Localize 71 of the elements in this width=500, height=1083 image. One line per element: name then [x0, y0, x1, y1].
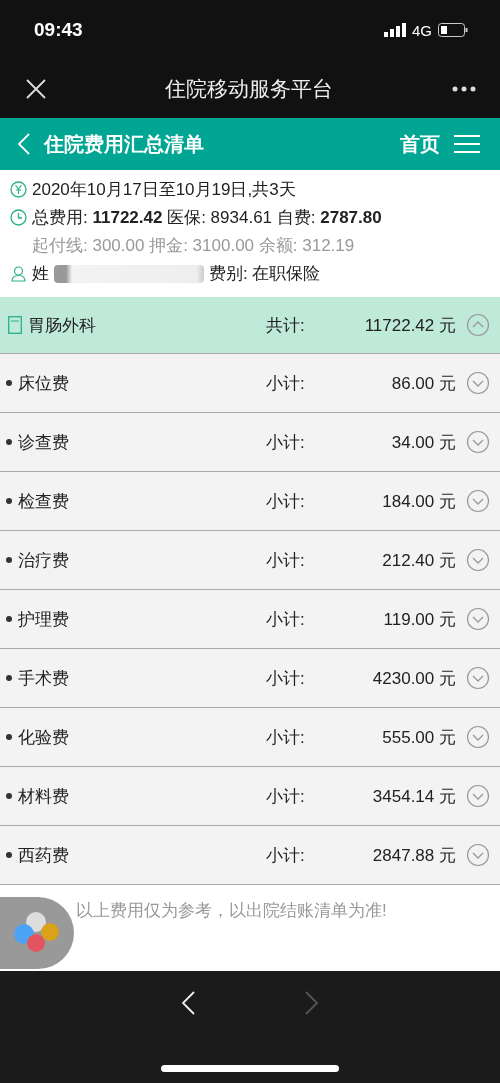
disclaimer-note: 以上费用仅为参考，以出院结账清单为准!: [76, 901, 387, 920]
chevron-down-icon[interactable]: [466, 843, 490, 867]
balance-details: 起付线: 300.00 押金: 3100.00 余额: 312.19: [32, 235, 355, 257]
header-title: 住院费用汇总清单: [44, 131, 205, 157]
fee-name: 手术费: [18, 667, 69, 690]
home-link[interactable]: 首页: [400, 130, 440, 158]
subtotal-amount: 119.00 元: [382, 608, 456, 631]
page-title: 住院移动服务平台: [165, 76, 333, 102]
fee-name: 床位费: [18, 372, 69, 395]
subtotal-label: 小计:: [266, 726, 306, 749]
subtotal-label: 小计:: [266, 490, 306, 513]
cost-totals: 总费用: 11722.42 医保: 8934.61 自费: 2787.80: [32, 207, 382, 229]
bullet-icon: [6, 498, 12, 504]
battery-icon: [438, 23, 468, 37]
chevron-down-icon[interactable]: [466, 489, 490, 513]
chevron-down-icon[interactable]: [466, 548, 490, 572]
back-icon[interactable]: [18, 133, 30, 155]
network-label: 4G: [412, 21, 432, 39]
menu-icon[interactable]: [454, 135, 480, 153]
chevron-down-icon[interactable]: [466, 784, 490, 808]
fee-name: 护理费: [18, 608, 69, 631]
chevron-down-icon[interactable]: [466, 430, 490, 454]
subtotal-amount: 34.00 元: [390, 431, 456, 454]
insurance-type: 费别: 在职保险: [209, 263, 321, 285]
chevron-down-icon[interactable]: [466, 371, 490, 395]
total-label: 共计:: [266, 314, 306, 337]
bullet-icon: [6, 675, 12, 681]
subtotal-amount: 2847.88 元: [371, 844, 456, 867]
subtotal-label: 小计:: [266, 667, 306, 690]
bullet-icon: [6, 380, 12, 386]
bullet-icon: [6, 793, 12, 799]
status-time: 09:43: [34, 19, 83, 41]
bullet-icon: [6, 734, 12, 740]
fee-name: 化验费: [18, 726, 69, 749]
chevron-up-icon[interactable]: [466, 313, 490, 337]
subtotal-amount: 4230.00 元: [371, 667, 456, 690]
subtotal-label: 小计:: [266, 785, 306, 808]
subtotal-amount: 212.40 元: [381, 549, 456, 572]
more-icon[interactable]: [452, 86, 476, 92]
department-name: 胃肠外科: [28, 314, 96, 337]
fee-name: 材料费: [18, 785, 69, 808]
fee-name: 诊查费: [18, 431, 69, 454]
yen-icon: [10, 181, 27, 198]
chevron-down-icon[interactable]: [466, 607, 490, 631]
date-range: 2020年10月17日至10月19日,共3天: [32, 179, 296, 201]
signal-icon: [384, 23, 406, 37]
bullet-icon: [6, 616, 12, 622]
fee-name: 西药费: [18, 844, 69, 867]
person-icon: [10, 265, 27, 282]
bullet-icon: [6, 852, 12, 858]
document-icon: [8, 316, 22, 334]
name-label: 姓: [32, 263, 49, 285]
fee-name: 治疗费: [18, 549, 69, 572]
subtotal-amount: 184.00 元: [381, 490, 456, 513]
subtotal-label: 小计:: [266, 608, 306, 631]
clock-icon: [10, 209, 27, 226]
close-icon[interactable]: [26, 79, 46, 99]
bullet-icon: [6, 557, 12, 563]
bullet-icon: [6, 439, 12, 445]
subtotal-label: 小计:: [266, 844, 306, 867]
subtotal-amount: 86.00 元: [390, 372, 456, 395]
fee-name: 检查费: [18, 490, 69, 513]
subtotal-label: 小计:: [266, 549, 306, 572]
subtotal-label: 小计:: [266, 372, 306, 395]
subtotal-amount: 555.00 元: [381, 726, 456, 749]
total-amount: 11722.42 元: [363, 314, 456, 337]
chevron-down-icon[interactable]: [466, 666, 490, 690]
floating-widget[interactable]: [0, 897, 74, 969]
subtotal-amount: 3454.14 元: [371, 785, 456, 808]
subtotal-label: 小计:: [266, 431, 306, 454]
chevron-down-icon[interactable]: [466, 725, 490, 749]
